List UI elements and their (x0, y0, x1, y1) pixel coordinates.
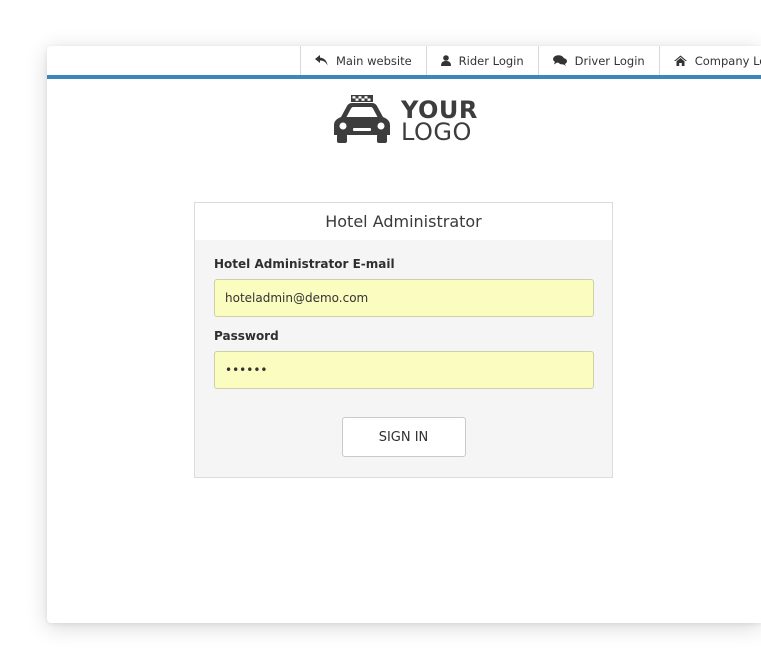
comments-icon (552, 55, 567, 66)
top-navigation: Main website Rider Login Driver Login Co… (47, 46, 761, 79)
login-form: Hotel Administrator E-mail Password SIGN… (195, 240, 612, 457)
panel-title: Hotel Administrator (195, 203, 612, 240)
site-logo: YOUR LOGO (333, 95, 478, 147)
logo-line-logo: LOGO (401, 118, 472, 146)
nav-driver-login-label: Driver Login (574, 53, 645, 68)
taxi-car-icon (333, 95, 391, 147)
nav-main-website[interactable]: Main website (300, 46, 426, 75)
logo-text: YOUR LOGO (401, 98, 478, 146)
user-icon (440, 55, 451, 66)
sign-in-button[interactable]: SIGN IN (341, 417, 466, 457)
password-field[interactable] (214, 351, 594, 389)
login-panel: Hotel Administrator Hotel Administrator … (194, 202, 613, 478)
email-label: Hotel Administrator E-mail (214, 257, 395, 271)
nav-company-login[interactable]: Company Login (658, 46, 761, 75)
nav-driver-login[interactable]: Driver Login (537, 46, 659, 75)
password-label: Password (214, 329, 279, 343)
nav-company-login-label: Company Login (694, 53, 761, 68)
nav-rider-login-label: Rider Login (458, 53, 524, 68)
home-icon (673, 55, 687, 66)
login-window: Main website Rider Login Driver Login Co… (47, 46, 761, 623)
nav-links: Main website Rider Login Driver Login Co… (300, 46, 761, 75)
nav-main-website-label: Main website (336, 53, 412, 68)
reply-icon (315, 55, 328, 66)
email-field[interactable] (214, 279, 594, 317)
nav-rider-login[interactable]: Rider Login (425, 46, 538, 75)
